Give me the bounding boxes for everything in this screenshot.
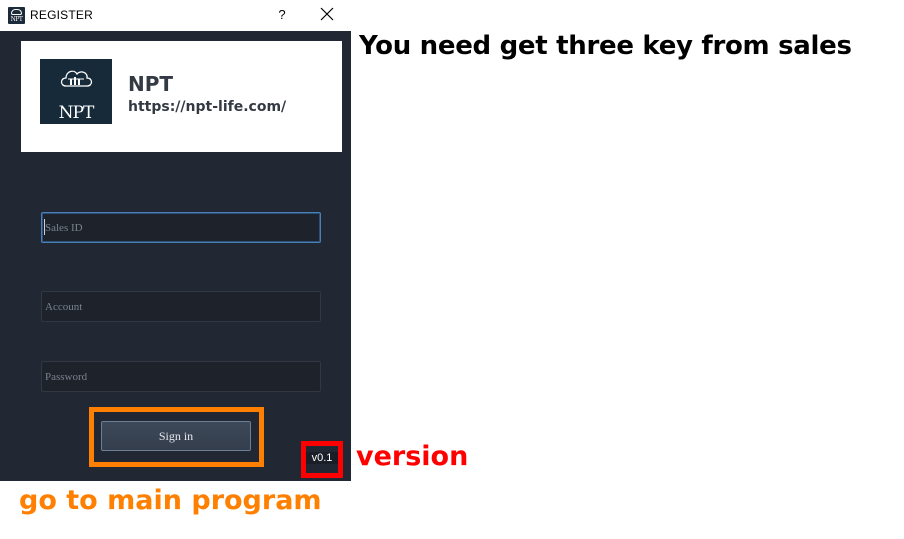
signin-highlight-frame: [89, 407, 264, 467]
cloud-icon: [60, 70, 93, 87]
brand-url: https://npt-life.com/: [128, 99, 287, 115]
annotation-three-keys: You need get three key from sales: [359, 31, 852, 61]
window-title: REGISTER: [30, 8, 93, 22]
help-button[interactable]: ?: [270, 4, 294, 26]
logo-mark-text: NPT: [58, 103, 95, 123]
annotation-main-program: go to main program: [19, 485, 322, 516]
brand-name: NPT: [128, 72, 174, 96]
password-input[interactable]: [41, 361, 321, 392]
version-label: v0.1: [306, 452, 338, 464]
version-highlight-frame: v0.1: [301, 441, 343, 478]
npt-logo: NPT: [40, 59, 112, 124]
sales-id-input[interactable]: [41, 212, 321, 243]
text-caret: [44, 219, 45, 235]
account-input[interactable]: [41, 291, 321, 322]
app-icon: NPT: [8, 7, 25, 24]
close-icon: [320, 7, 334, 21]
logo-card: NPT NPT https://npt-life.com/: [21, 41, 342, 152]
annotation-version: version: [356, 441, 469, 472]
title-bar[interactable]: NPT REGISTER ?: [0, 0, 351, 31]
close-button[interactable]: [315, 4, 339, 26]
